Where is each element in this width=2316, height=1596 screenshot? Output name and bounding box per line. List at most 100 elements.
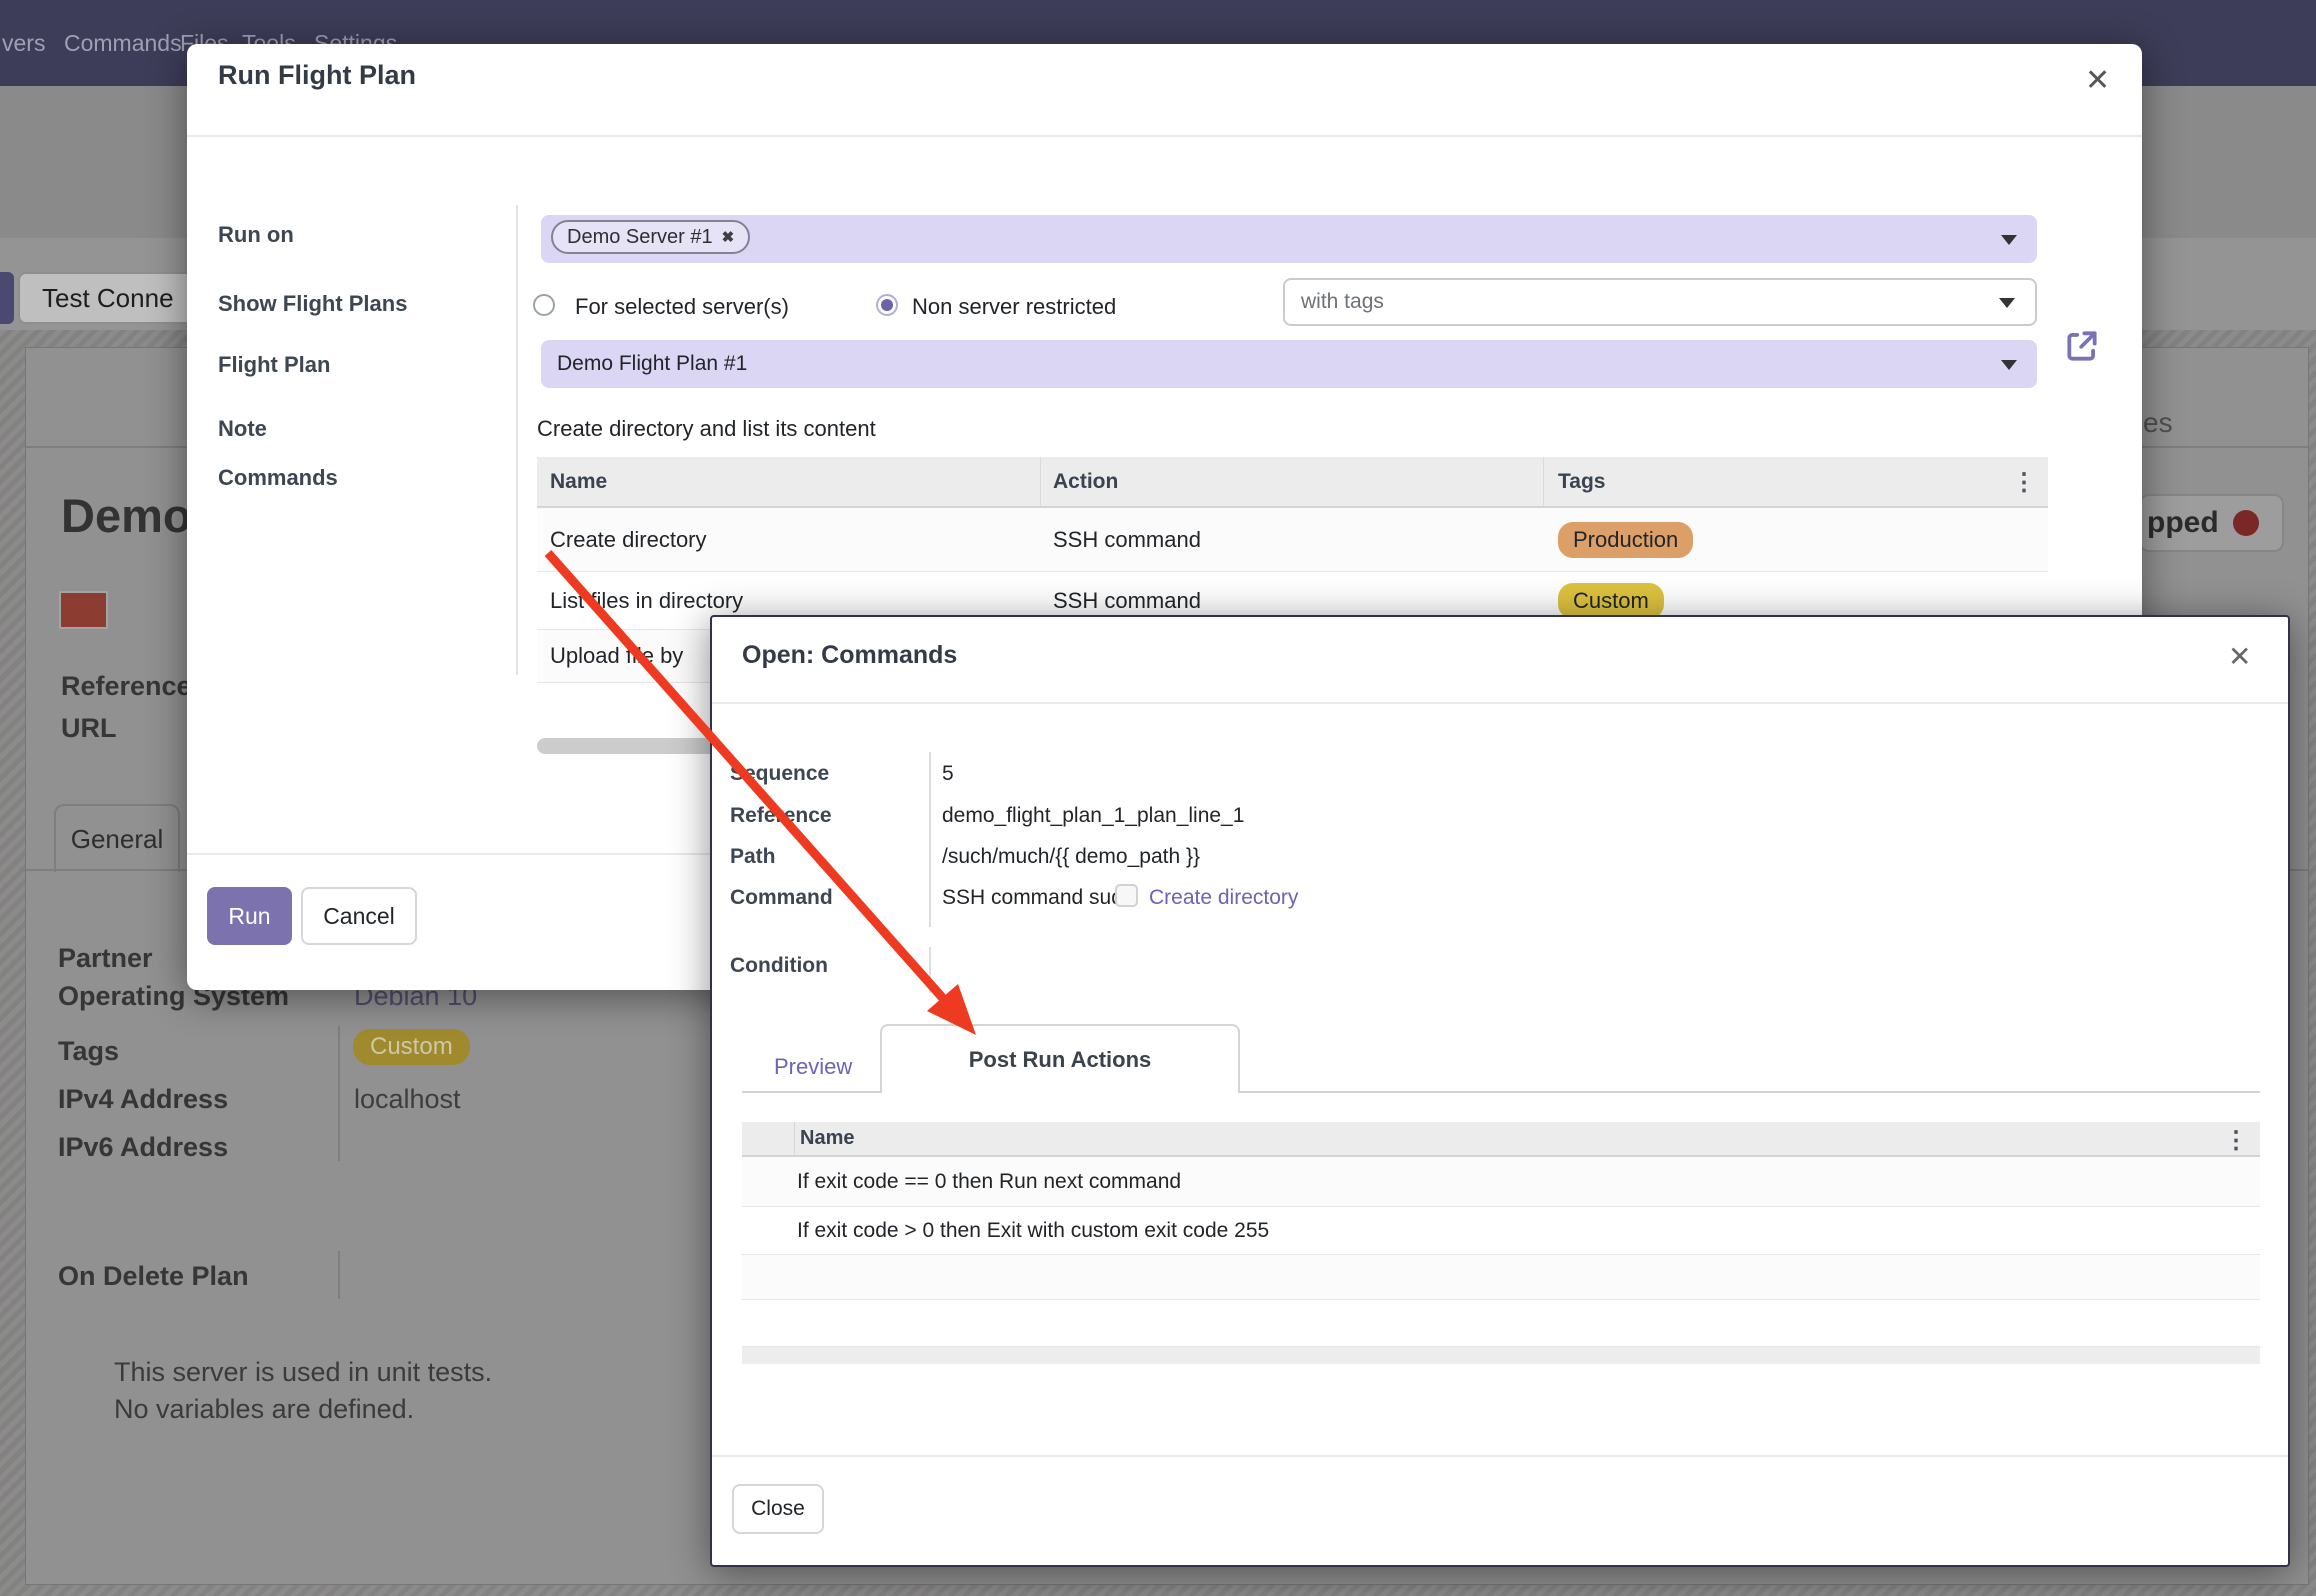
modal-header-divider	[187, 135, 2142, 137]
tab-preview[interactable]: Preview	[774, 1054, 852, 1080]
with-tags-select[interactable]: with tags	[1283, 278, 2037, 326]
col-header-name[interactable]: Name	[550, 470, 607, 494]
cut-off-tab-label[interactable]: es	[2143, 407, 2173, 439]
row-name: If exit code > 0 then Exit with custom e…	[797, 1219, 1269, 1243]
command-value: SSH command sudo	[942, 886, 1135, 910]
path-value: /such/much/{{ demo_path }}	[942, 845, 1200, 869]
table-options-kebab-icon[interactable]: ⋮	[2012, 468, 2036, 497]
cancel-button[interactable]: Cancel	[301, 887, 417, 945]
modal-title: Run Flight Plan	[218, 60, 416, 91]
row-action: SSH command	[1053, 527, 1201, 553]
empty-table-row	[742, 1300, 2260, 1347]
sequence-value: 5	[942, 762, 954, 786]
close-icon[interactable]: ✕	[2085, 66, 2110, 96]
with-tags-value: with tags	[1301, 280, 1384, 324]
field-column-separator-2	[929, 947, 931, 993]
row-name: Upload file by	[550, 643, 683, 669]
flight-plan-value: Demo Flight Plan #1	[557, 340, 747, 388]
radio-for-selected-servers-label: For selected server(s)	[575, 294, 789, 320]
chevron-down-icon	[2001, 235, 2017, 245]
radio-dot	[881, 299, 893, 311]
tab-post-run-actions[interactable]: Post Run Actions	[880, 1024, 1240, 1093]
run-button-label: Run	[228, 903, 270, 930]
post-run-actions-table: Name ⋮ If exit code == 0 then Run next c…	[742, 1122, 2260, 1364]
cancel-button-label: Cancel	[323, 903, 395, 930]
chevron-down-icon	[2001, 360, 2017, 370]
note-value: Create directory and list its content	[537, 416, 876, 442]
post-run-table-header: Name ⋮	[742, 1122, 2260, 1157]
status-label: pped	[2147, 506, 2219, 540]
table-row[interactable]: If exit code == 0 then Run next command	[742, 1157, 2260, 1207]
table-row[interactable]: If exit code > 0 then Exit with custom e…	[742, 1207, 2260, 1255]
ipv4-label: IPv4 Address	[58, 1084, 228, 1115]
close-button-label: Close	[751, 1497, 805, 1521]
chevron-down-icon	[1999, 298, 2015, 308]
condition-label: Condition	[730, 954, 828, 978]
on-delete-plan-label: On Delete Plan	[58, 1261, 249, 1292]
test-connection-label: Test Conne	[42, 283, 174, 314]
close-icon[interactable]: ✕	[2228, 643, 2251, 671]
tab-post-run-actions-label: Post Run Actions	[969, 1047, 1152, 1073]
tab-general-label: General	[71, 824, 164, 855]
external-link-icon[interactable]	[2063, 327, 2101, 370]
table-row[interactable]: Create directory SSH command Production	[537, 508, 2048, 572]
url-label: URL	[61, 713, 117, 744]
flight-plan-label: Flight Plan	[218, 352, 330, 378]
path-label: Path	[730, 845, 776, 869]
run-button[interactable]: Run	[207, 887, 292, 945]
nav-item-commands[interactable]: Commands	[64, 30, 182, 57]
remove-tag-icon[interactable]: ✖	[722, 228, 735, 246]
tag-badge-production: Production	[1558, 522, 1693, 558]
nav-item-servers[interactable]: vers	[2, 30, 45, 57]
field-column-separator	[929, 752, 931, 927]
radio-non-server-restricted[interactable]	[876, 294, 898, 316]
header-col-sep	[1040, 457, 1041, 506]
modal-title: Open: Commands	[742, 641, 957, 670]
ipv6-label: IPv6 Address	[58, 1132, 228, 1163]
cut-off-primary-button[interactable]	[0, 272, 14, 324]
command-label: Command	[730, 886, 833, 910]
modal-footer-divider	[712, 1455, 2288, 1457]
modal-header-divider	[712, 702, 2288, 704]
sudo-checkbox[interactable]	[1115, 884, 1138, 907]
page-title: Demo	[61, 488, 192, 543]
open-commands-modal: Open: Commands ✕ Sequence Reference Path…	[710, 615, 2290, 1567]
reference-value: demo_flight_plan_1_plan_line_1	[942, 804, 1244, 828]
row-name: List files in directory	[550, 588, 743, 614]
ipv4-value: localhost	[354, 1084, 461, 1115]
status-badge[interactable]: pped	[2139, 494, 2284, 552]
tags-label: Tags	[58, 1036, 119, 1067]
row-name: Create directory	[550, 527, 707, 553]
show-flight-plans-label: Show Flight Plans	[218, 291, 407, 317]
empty-table-row	[742, 1255, 2260, 1300]
label-column-separator	[516, 205, 518, 675]
tag-badge-custom-dimmed: Custom	[353, 1029, 470, 1065]
tab-general[interactable]: General	[54, 804, 180, 872]
table-horizontal-scrollbar[interactable]	[742, 1347, 2260, 1364]
page-root: vers Commands Files Tools Settings Test …	[0, 0, 2316, 1596]
server-tag-pill[interactable]: Demo Server #1 ✖	[551, 220, 750, 254]
reference-label: Reference	[61, 671, 192, 702]
unit-test-note-line1: This server is used in unit tests.	[114, 1357, 492, 1388]
row-action: SSH command	[1053, 588, 1201, 614]
color-swatch[interactable]	[59, 591, 108, 629]
col-header-action[interactable]: Action	[1053, 470, 1118, 494]
radio-non-server-restricted-label: Non server restricted	[912, 294, 1116, 320]
tag-badge-custom: Custom	[1558, 583, 1664, 619]
run-on-label: Run on	[218, 222, 294, 248]
form-column-separator-2	[338, 1251, 340, 1299]
unit-test-note-line2: No variables are defined.	[114, 1394, 414, 1425]
col-header-tags[interactable]: Tags	[1558, 470, 1605, 494]
flight-plan-select[interactable]: Demo Flight Plan #1	[541, 340, 2037, 388]
table-options-kebab-icon[interactable]: ⋮	[2224, 1126, 2248, 1155]
command-link[interactable]: Create directory	[1149, 886, 1298, 910]
partner-label: Partner	[58, 943, 153, 974]
sequence-label: Sequence	[730, 762, 829, 786]
radio-for-selected-servers[interactable]	[533, 294, 555, 316]
header-col-sep	[794, 1122, 795, 1155]
run-on-select[interactable]: Demo Server #1 ✖	[541, 215, 2037, 263]
form-column-separator	[338, 1026, 340, 1161]
server-tag-label: Demo Server #1	[567, 226, 713, 249]
close-button[interactable]: Close	[732, 1484, 824, 1534]
col-header-name[interactable]: Name	[800, 1127, 854, 1150]
